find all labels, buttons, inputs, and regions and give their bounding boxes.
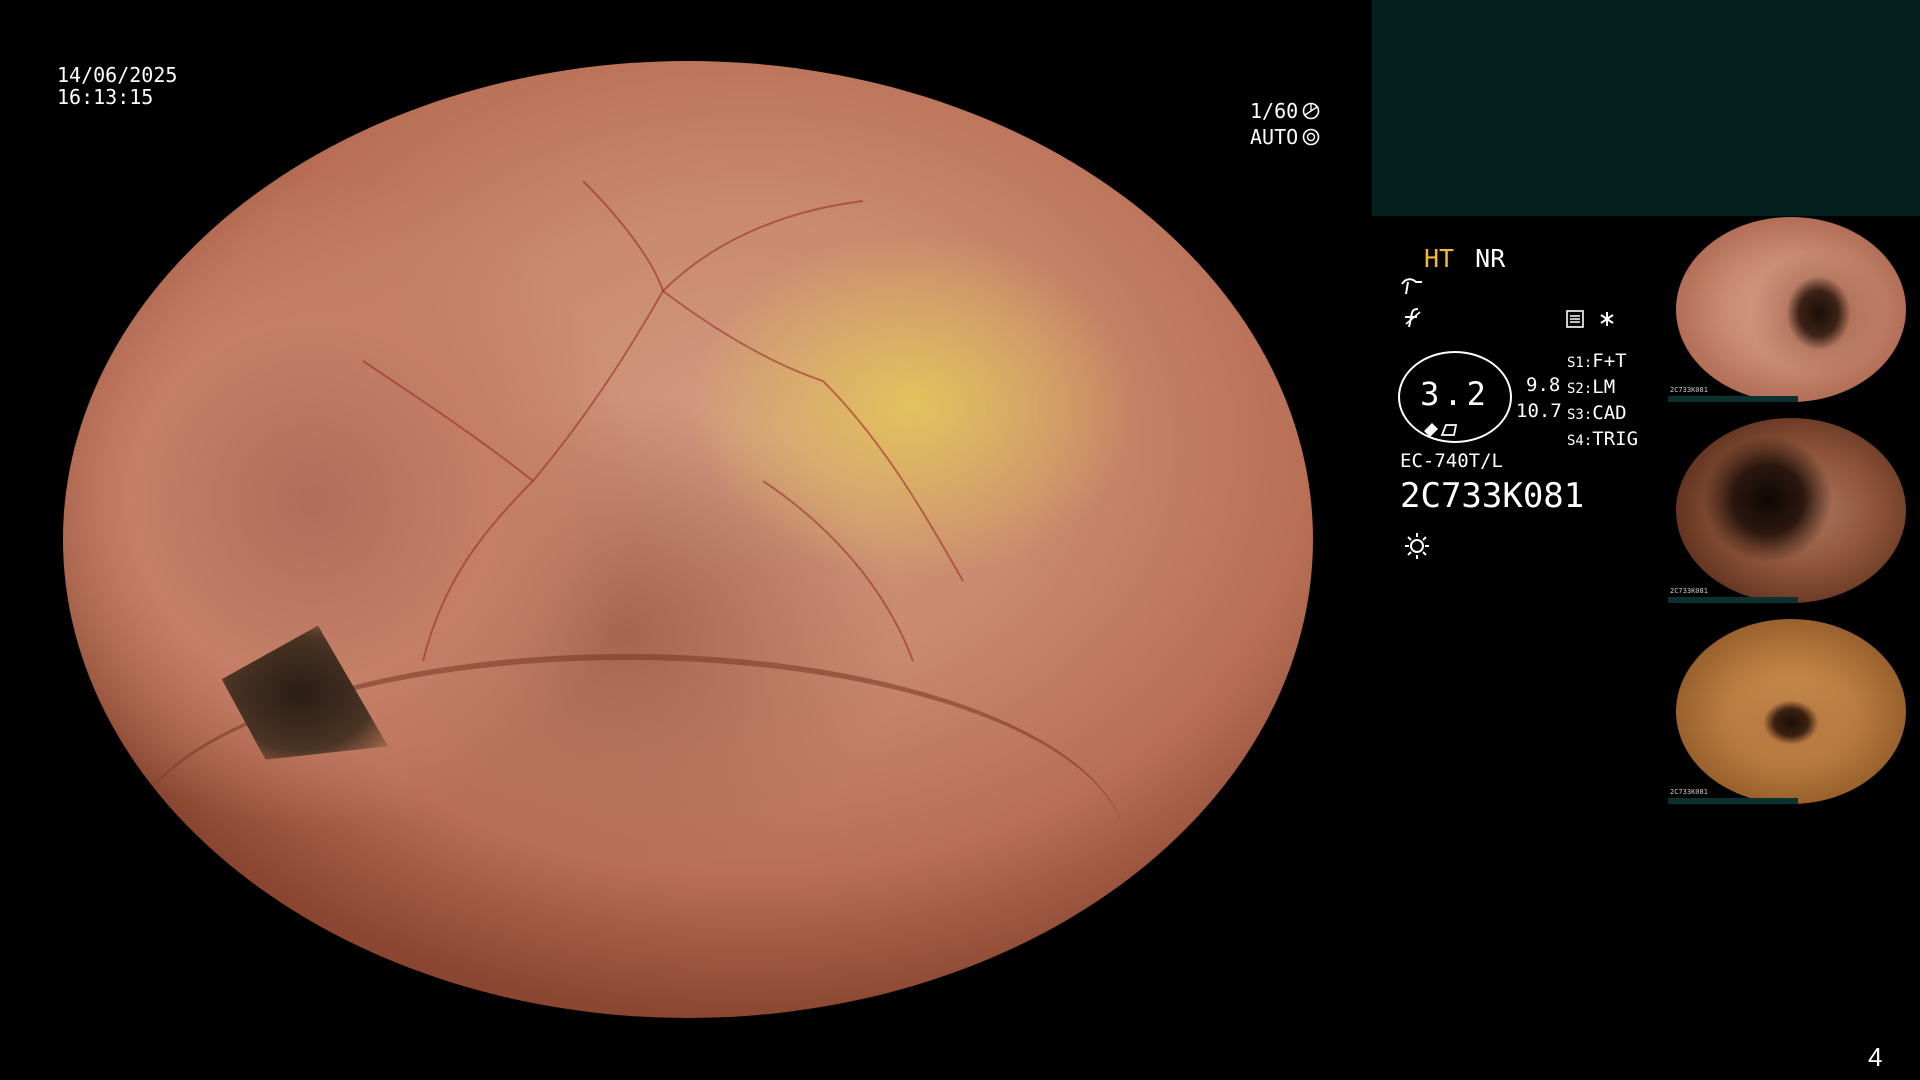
memo-icon [1566,310,1584,328]
strike-f-icon [1405,308,1421,328]
gauge-side-values: 9.8 10.7 [1516,372,1562,424]
ht-indicator: HT [1424,244,1455,273]
date-label: 14/06/2025 [57,63,178,87]
shutter-mode: AUTO [1250,125,1299,149]
aperture-icon [1302,128,1320,146]
switch-row: S3:CAD [1567,402,1627,424]
time-label: 16:13:15 [57,85,154,109]
thumbnail-image [1676,217,1906,402]
light-icon [1405,533,1429,559]
date-time: 14/06/2025 16:13:15 [57,64,177,108]
endoscope-main-view [63,61,1313,1018]
scope-model: EC-740T/L [1400,450,1503,472]
curve-icon [1401,278,1422,295]
switch-list: S1:F+T S2:LM S3:CAD S4:TRIG [1567,349,1638,453]
shutter-speed: 1/60 [1250,99,1299,123]
thumbnail-label: 2C733K081 [1670,788,1708,796]
shutter-info: 1/60 AUTO [1250,100,1320,148]
switch-row: S4:TRIG [1567,428,1639,450]
switch-row: S1:F+T [1567,350,1627,372]
thumbnail-image [1676,418,1906,603]
thumbnail-2[interactable]: 2C733K081 [1668,418,1914,603]
thumbnail-3[interactable]: 2C733K081 [1668,619,1914,804]
scope-serial: 2C733K081 [1400,476,1585,516]
scope-gauge: 3.2 [1398,351,1512,443]
nr-indicator: NR [1475,244,1506,273]
thumbnail-label: 2C733K081 [1670,386,1708,394]
mode-indicators: HT NR [1424,244,1505,273]
thumbnail-label: 2C733K081 [1670,587,1708,595]
info-panel-top [1372,0,1920,216]
page-number: 4 [1868,1042,1883,1072]
gauge-value: 3.2 [1420,375,1490,413]
thumbnail-image [1676,619,1906,804]
gauge-markers-icon [1424,423,1458,437]
thumbnail-1[interactable]: 2C733K081 [1668,217,1914,402]
shutter-icon [1302,102,1320,120]
asterisk-icon [1600,312,1614,326]
gauge-value-top: 9.8 [1526,374,1561,396]
gauge-value-bottom: 10.7 [1516,400,1562,422]
switch-row: S2:LM [1567,376,1616,398]
